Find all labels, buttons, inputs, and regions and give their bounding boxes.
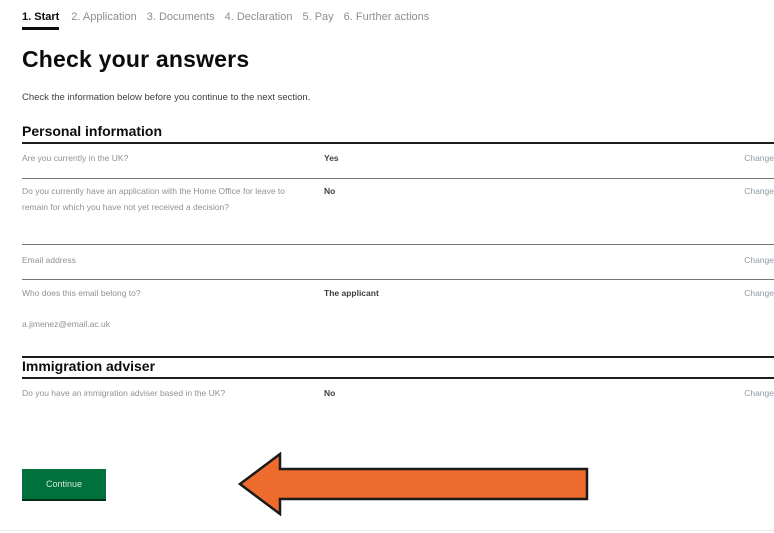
- row-divider: [22, 244, 774, 245]
- row-key: Are you currently in the UK?: [22, 153, 129, 163]
- section-divider: [22, 377, 774, 379]
- step-further-actions[interactable]: 6. Further actions: [344, 9, 440, 30]
- check-answers-page: 1. Start 2. Application 3. Documents 4. …: [0, 0, 774, 533]
- continue-button[interactable]: Continue: [22, 469, 106, 499]
- row-divider: [22, 178, 774, 179]
- row-value: No: [324, 388, 336, 398]
- change-link-email[interactable]: Change: [744, 252, 774, 268]
- change-link-pending-application[interactable]: Change: [744, 183, 774, 199]
- section-divider-top: [22, 356, 774, 358]
- change-link-in-uk[interactable]: Change: [744, 150, 774, 166]
- change-link-email-owner[interactable]: Change: [744, 285, 774, 301]
- footer-divider: [0, 530, 774, 531]
- step-documents[interactable]: 3. Documents: [147, 9, 225, 30]
- row-divider: [22, 279, 774, 280]
- section-heading-immigration-adviser: Immigration adviser: [22, 358, 156, 374]
- left-arrow-icon: [238, 452, 589, 516]
- arrow-shape: [238, 452, 589, 516]
- email-value: a.jimenez@email.ac.uk: [22, 319, 110, 329]
- step-pay[interactable]: 5. Pay: [302, 9, 343, 30]
- row-value: Yes: [324, 153, 339, 163]
- row-key: Email address: [22, 255, 76, 265]
- section-heading-personal-information: Personal information: [22, 123, 163, 139]
- row-key: Do you currently have an application wit…: [22, 186, 286, 212]
- change-link-adviser[interactable]: Change: [744, 385, 774, 401]
- step-application[interactable]: 2. Application: [71, 9, 146, 30]
- step-navigation: 1. Start 2. Application 3. Documents 4. …: [22, 9, 439, 30]
- section-divider: [22, 142, 774, 144]
- row-value: The applicant: [324, 288, 379, 298]
- step-declaration[interactable]: 4. Declaration: [225, 9, 303, 30]
- row-key: Do you have an immigration adviser based…: [22, 388, 226, 398]
- row-value: No: [324, 186, 336, 196]
- step-start[interactable]: 1. Start: [22, 9, 60, 30]
- intro-text: Check the information below before you c…: [22, 92, 311, 103]
- page-title: Check your answers: [22, 46, 250, 72]
- row-key: Who does this email belong to?: [22, 288, 141, 298]
